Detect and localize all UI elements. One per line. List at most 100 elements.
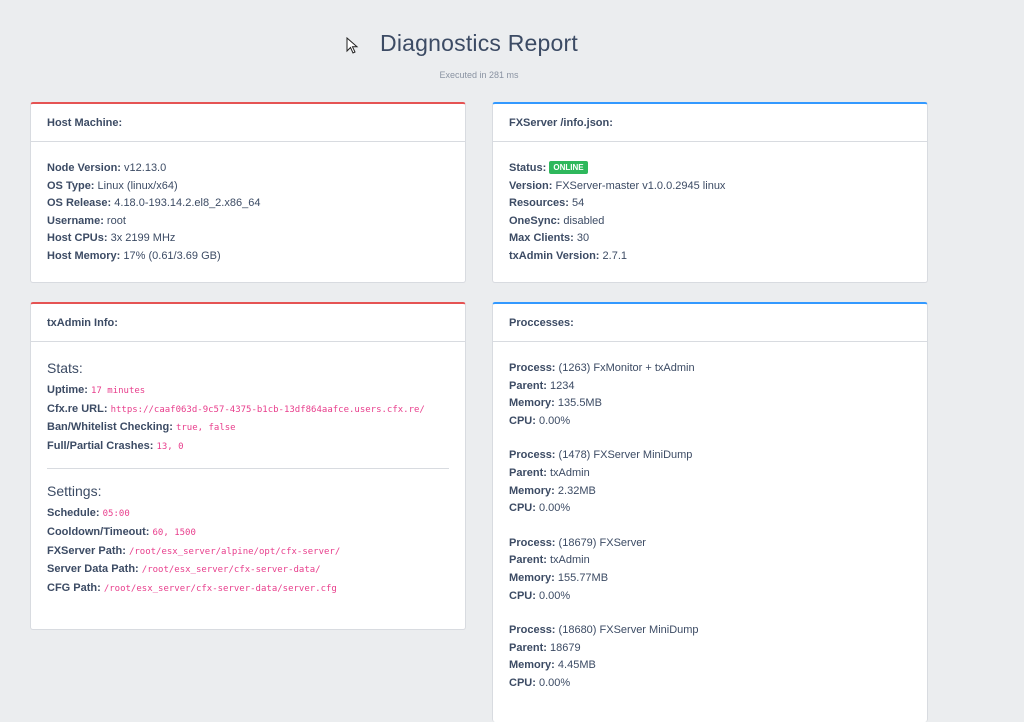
process-cpu: 0.00% — [538, 676, 571, 689]
settings-row: Cooldown/Timeout: 60, 1500 — [47, 524, 449, 543]
process-name: (1478) FXServer MiniDump — [558, 449, 693, 462]
stats-value: true, false — [175, 423, 236, 434]
cpu-label: CPU: — [509, 589, 536, 602]
host-label: Host Memory: — [47, 249, 121, 262]
settings-row: FXServer Path: /root/esx_server/alpine/o… — [47, 543, 449, 562]
host-row: OS Type: Linux (linux/x64) — [47, 178, 449, 196]
parent-label: Parent: — [509, 641, 547, 654]
process-parent: txAdmin — [549, 554, 590, 567]
fxserver-row: OneSync: disabled — [509, 213, 911, 231]
stats-value: 13, 0 — [156, 441, 184, 452]
host-row: Host CPUs: 3x 2199 MHz — [47, 230, 449, 248]
execution-time: Executed in 281 ms — [439, 70, 519, 80]
host-value: 3x 2199 MHz — [110, 232, 176, 245]
settings-value: /root/esx_server/alpine/opt/cfx-server/ — [128, 546, 341, 557]
process-memory: 135.5MB — [557, 397, 602, 410]
fxserver-info-body: Status: ONLINE Version: FXServer-master … — [493, 142, 927, 276]
settings-label: FXServer Path: — [47, 544, 126, 557]
stats-label: Ban/Whitelist Checking: — [47, 421, 173, 434]
process-item: Process: (1263) FxMonitor + txAdmin Pare… — [509, 360, 911, 430]
host-row: OS Release: 4.18.0-193.14.2.el8_2.x86_64 — [47, 195, 449, 213]
processes-header: Proccesses: — [493, 304, 927, 342]
fxserver-row: Max Clients: 30 — [509, 230, 911, 248]
parent-label: Parent: — [509, 554, 547, 567]
fxserver-info-card: FXServer /info.json: Status: ONLINE Vers… — [492, 102, 928, 283]
cpu-label: CPU: — [509, 676, 536, 689]
settings-label: Cooldown/Timeout: — [47, 525, 150, 538]
settings-label: Schedule: — [47, 507, 100, 520]
host-row: Host Memory: 17% (0.61/3.69 GB) — [47, 248, 449, 266]
host-row: Node Version: v12.13.0 — [47, 160, 449, 178]
process-label: Process: — [509, 536, 556, 549]
txadmin-info-body: Stats: Uptime: 17 minutes Cfx.re URL: ht… — [31, 342, 465, 608]
host-value: Linux (linux/x64) — [97, 179, 178, 192]
processes-body: Process: (1263) FxMonitor + txAdmin Pare… — [493, 342, 927, 720]
fxserver-value: 30 — [576, 232, 590, 245]
process-memory: 155.77MB — [557, 571, 609, 584]
cpu-label: CPU: — [509, 414, 536, 427]
stats-row: Cfx.re URL: https://caaf063d-9c57-4375-b… — [47, 401, 449, 420]
stats-label: Uptime: — [47, 384, 88, 396]
process-item: Process: (18680) FXServer MiniDump Paren… — [509, 622, 911, 692]
host-value: root — [106, 214, 126, 227]
fxserver-label: OneSync: — [509, 214, 561, 227]
section-divider — [47, 468, 449, 470]
fxserver-row: Resources: 54 — [509, 195, 911, 213]
parent-label: Parent: — [509, 466, 547, 479]
settings-value: 05:00 — [102, 509, 130, 520]
process-name: (18679) FXServer — [558, 536, 646, 549]
fxserver-label: Resources: — [509, 197, 569, 210]
process-label: Process: — [509, 449, 556, 462]
host-value: 17% (0.61/3.69 GB) — [123, 249, 221, 262]
stats-row: Ban/Whitelist Checking: true, false — [47, 419, 449, 438]
stats-title: Stats: — [47, 360, 83, 376]
fxserver-info-header: FXServer /info.json: — [493, 104, 927, 142]
process-name: (1263) FxMonitor + txAdmin — [558, 362, 695, 374]
process-parent: 1234 — [549, 379, 575, 392]
settings-value: /root/esx_server/cfx-server-data/ — [141, 565, 321, 576]
parent-label: Parent: — [509, 379, 547, 392]
status-label: Status: — [509, 162, 547, 174]
stats-row: Full/Partial Crashes: 13, 0 — [47, 438, 449, 457]
fxserver-value: 2.7.1 — [602, 249, 627, 262]
fxserver-label: Max Clients: — [509, 232, 574, 245]
memory-label: Memory: — [509, 397, 555, 410]
process-name: (18680) FXServer MiniDump — [558, 624, 699, 637]
fxserver-row: Version: FXServer-master v1.0.0.2945 lin… — [509, 178, 911, 196]
host-row: Username: root — [47, 213, 449, 231]
host-value: v12.13.0 — [124, 162, 167, 174]
process-item: Process: (18679) FXServer Parent: txAdmi… — [509, 535, 911, 605]
txadmin-info-header: txAdmin Info: — [31, 304, 465, 342]
status-badge: ONLINE — [549, 161, 588, 174]
settings-title: Settings: — [47, 483, 102, 500]
process-cpu: 0.00% — [538, 502, 571, 515]
settings-label: CFG Path: — [47, 581, 101, 594]
process-memory: 4.45MB — [557, 659, 596, 672]
process-label: Process: — [509, 624, 556, 637]
host-label: Node Version: — [47, 162, 121, 174]
host-machine-card: Host Machine: Node Version: v12.13.0 OS … — [30, 102, 466, 283]
process-memory: 2.32MB — [557, 484, 596, 497]
fxserver-value: FXServer-master v1.0.0.2945 linux — [555, 179, 726, 192]
fxserver-value: 54 — [571, 197, 585, 210]
cfx-url-value[interactable]: https://caaf063d-9c57-4375-b1cb-13df864a… — [111, 405, 425, 415]
cpu-label: CPU: — [509, 502, 536, 515]
host-machine-header: Host Machine: — [31, 104, 465, 142]
memory-label: Memory: — [509, 571, 555, 584]
settings-row: Server Data Path: /root/esx_server/cfx-s… — [47, 561, 449, 580]
memory-label: Memory: — [509, 659, 555, 672]
fxserver-value: disabled — [563, 214, 605, 227]
host-label: OS Type: — [47, 179, 95, 192]
stats-value: 17 minutes — [91, 386, 146, 396]
memory-label: Memory: — [509, 484, 555, 497]
fxserver-label: Version: — [509, 179, 553, 192]
process-cpu: 0.00% — [538, 589, 571, 602]
settings-label: Server Data Path: — [47, 563, 139, 576]
process-label: Process: — [509, 362, 556, 374]
page-title: Diagnostics Report — [380, 30, 578, 56]
fxserver-label: txAdmin Version: — [509, 249, 600, 262]
stats-label: Cfx.re URL: — [47, 402, 108, 415]
host-label: OS Release: — [47, 197, 112, 210]
host-machine-body: Node Version: v12.13.0 OS Type: Linux (l… — [31, 142, 465, 276]
process-item: Process: (1478) FXServer MiniDump Parent… — [509, 447, 911, 517]
